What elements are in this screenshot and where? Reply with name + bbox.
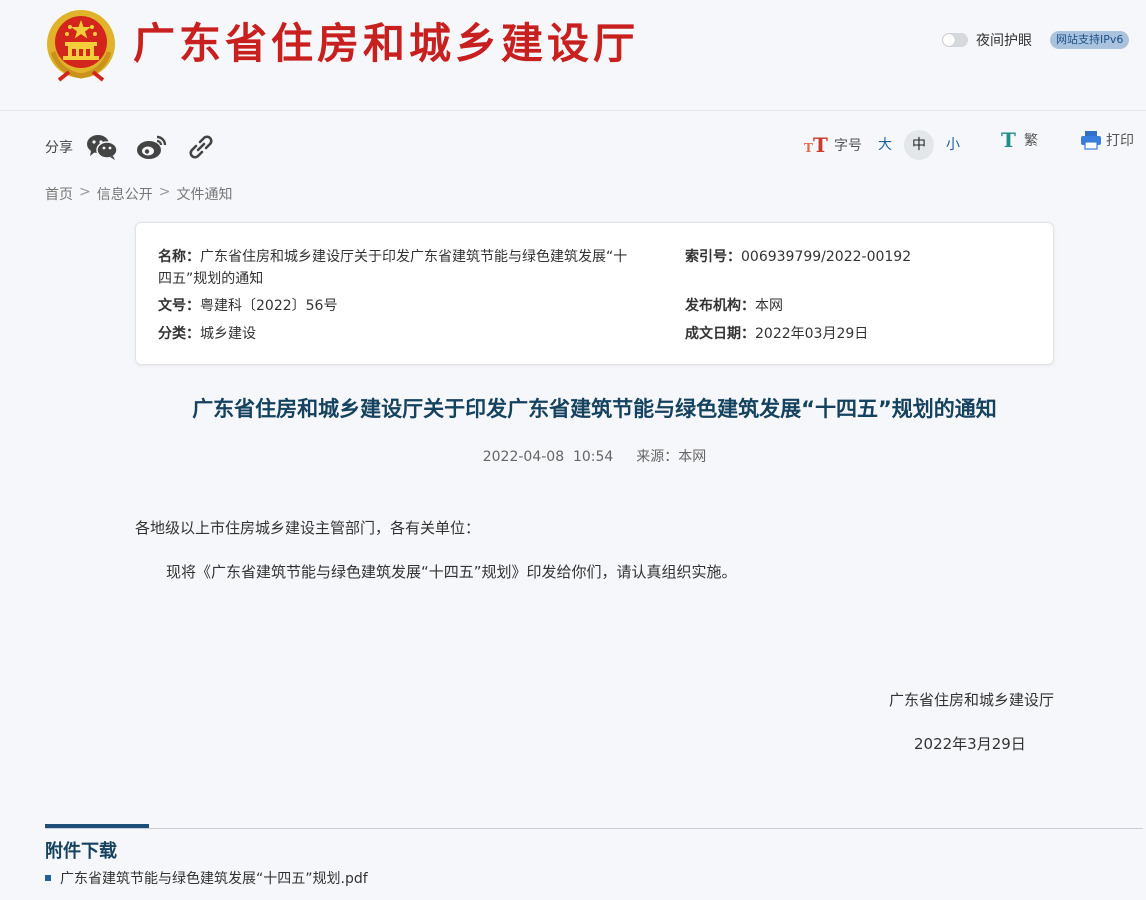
- printer-icon: [1081, 131, 1101, 150]
- attachment-filename[interactable]: 广东省建筑节能与绿色建筑发展“十四五”规划.pdf: [60, 868, 368, 888]
- attachment-link[interactable]: 广东省建筑节能与绿色建筑发展“十四五”规划.pdf: [45, 868, 368, 888]
- section-accent-bar: [45, 824, 149, 828]
- article-sign-date: 2022年3月29日: [914, 735, 1026, 753]
- article-salutation: 各地级以上市住房城乡建设主管部门，各有关单位：: [135, 519, 481, 537]
- weibo-icon[interactable]: [135, 133, 167, 161]
- meta-docno-key: 文号：: [158, 298, 200, 314]
- font-size-label: 字号: [834, 138, 862, 154]
- meta-category: 分类：城乡建设: [158, 323, 256, 345]
- meta-date: 成文日期：2022年03月29日: [685, 323, 868, 345]
- traditional-chinese-label: 繁: [1024, 133, 1038, 149]
- meta-docno-value: 粤建科〔2022〕56号: [200, 298, 338, 314]
- document-metadata-box: 名称：广东省住房和城乡建设厅关于印发广东省建筑节能与绿色建筑发展“十 四五”规划…: [135, 222, 1054, 365]
- breadcrumb-home[interactable]: 首页: [45, 184, 73, 204]
- traditional-chinese-icon: T: [1001, 130, 1016, 150]
- ipv6-badge: 网站支持IPv6: [1050, 31, 1130, 49]
- svg-text:T: T: [813, 135, 828, 155]
- night-mode-toggle[interactable]: 夜间护眼: [942, 30, 1032, 50]
- attachments-title: 附件下载: [45, 841, 117, 862]
- national-emblem-icon: [47, 10, 115, 82]
- meta-index-key: 索引号：: [685, 249, 741, 265]
- meta-publisher-key: 发布机构：: [685, 298, 755, 314]
- meta-category-key: 分类：: [158, 326, 200, 342]
- font-size-medium[interactable]: 中: [904, 130, 934, 160]
- breadcrumb-separator: >: [79, 184, 91, 200]
- article-datetime: 2022-04-08 10:54: [482, 449, 614, 465]
- meta-date-value: 2022年03月29日: [755, 326, 869, 342]
- print-label: 打印: [1106, 133, 1134, 149]
- breadcrumb-separator: >: [158, 184, 171, 200]
- share-label: 分享: [45, 140, 73, 156]
- meta-docno: 文号：粤建科〔2022〕56号: [158, 295, 337, 317]
- font-size-control: T T 字号 大 中 小: [804, 130, 968, 160]
- article-meta: 2022-04-08 10:54 来源：本网: [135, 446, 1054, 466]
- font-size-small[interactable]: 小: [938, 130, 968, 160]
- traditional-chinese-button[interactable]: T 繁: [1000, 130, 1038, 150]
- night-mode-label: 夜间护眼: [976, 33, 1032, 49]
- article-source: 来源：本网: [636, 449, 707, 465]
- meta-date-key: 成文日期：: [685, 326, 755, 342]
- link-icon[interactable]: [185, 133, 217, 161]
- print-button[interactable]: 打印: [1080, 130, 1134, 150]
- meta-publisher-value: 本网: [755, 298, 783, 314]
- breadcrumb: 首页 > 信息公开 > 文件通知: [45, 184, 232, 204]
- article-signature: 广东省住房和城乡建设厅: [888, 691, 1054, 709]
- meta-category-value: 城乡建设: [200, 326, 256, 342]
- divider: [45, 828, 1143, 829]
- toggle-switch[interactable]: [942, 33, 968, 47]
- site-title: 广东省住房和城乡建设厅: [133, 19, 640, 68]
- article-title: 广东省住房和城乡建设厅关于印发广东省建筑节能与绿色建筑发展“十四五”规划的通知: [192, 397, 997, 421]
- svg-text:T: T: [804, 141, 813, 155]
- font-size-icon: T T: [804, 135, 828, 155]
- breadcrumb-info-public[interactable]: 信息公开: [97, 184, 153, 204]
- meta-index-value: 006939799/2022-00192: [741, 249, 912, 265]
- bullet-icon: [45, 875, 51, 881]
- meta-name: 名称：广东省住房和城乡建设厅关于印发广东省建筑节能与绿色建筑发展“十 四五”规划…: [158, 246, 668, 290]
- breadcrumb-file-notice[interactable]: 文件通知: [176, 184, 232, 204]
- meta-index: 索引号：006939799/2022-00192: [685, 246, 911, 268]
- meta-publisher: 发布机构：本网: [685, 295, 783, 317]
- meta-name-value-2: 四五”规划的通知: [158, 271, 264, 287]
- article-body: 现将《广东省建筑节能与绿色建筑发展“十四五”规划》印发给你们，请认真组织实施。: [166, 563, 737, 581]
- svg-text:T: T: [1001, 130, 1016, 150]
- meta-name-key: 名称：: [158, 249, 200, 265]
- meta-name-value-1: 广东省住房和城乡建设厅关于印发广东省建筑节能与绿色建筑发展“十: [200, 249, 628, 265]
- wechat-icon[interactable]: [86, 133, 118, 161]
- site-header: 广东省住房和城乡建设厅 夜间护眼 网站支持IPv6: [0, 0, 1146, 111]
- font-size-large[interactable]: 大: [870, 130, 900, 160]
